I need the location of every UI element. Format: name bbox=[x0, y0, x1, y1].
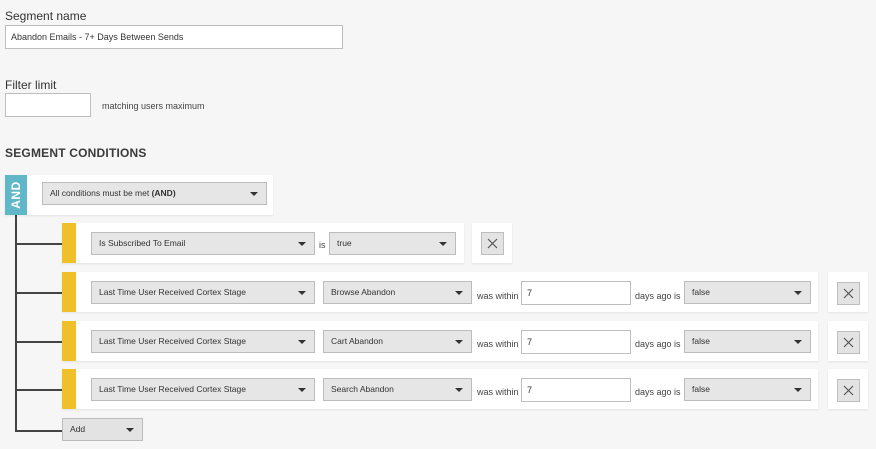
was-within-label: was within bbox=[477, 291, 519, 301]
and-badge: AND bbox=[5, 175, 27, 215]
days-ago-label: days ago bbox=[635, 387, 672, 397]
condition-field-select[interactable]: Last Time User Received Cortex Stage bbox=[91, 281, 315, 304]
condition-value-select[interactable]: false bbox=[684, 281, 811, 304]
chevron-down-icon bbox=[455, 291, 463, 295]
segment-name-label: Segment name bbox=[5, 9, 87, 23]
condition-marker bbox=[62, 369, 76, 409]
days-input[interactable] bbox=[521, 330, 631, 354]
chevron-down-icon bbox=[794, 291, 802, 295]
days-input[interactable] bbox=[521, 378, 631, 402]
chevron-down-icon bbox=[455, 340, 463, 344]
condition-value-select[interactable]: true bbox=[329, 232, 456, 255]
condition-field-select[interactable]: Is Subscribed To Email bbox=[91, 232, 315, 255]
condition-marker bbox=[62, 272, 76, 312]
tree-branch-connector bbox=[15, 341, 62, 343]
days-ago-label: days ago bbox=[635, 339, 672, 349]
is-label: is bbox=[319, 240, 326, 250]
chevron-down-icon bbox=[126, 428, 134, 432]
segment-conditions-heading: SEGMENT CONDITIONS bbox=[5, 146, 147, 160]
tree-branch-connector bbox=[15, 243, 62, 245]
operator-select[interactable]: All conditions must be met (AND) bbox=[42, 182, 267, 205]
was-within-label: was within bbox=[477, 339, 519, 349]
is-label: is bbox=[674, 387, 681, 397]
remove-condition-button[interactable] bbox=[837, 331, 860, 354]
chevron-down-icon bbox=[298, 388, 306, 392]
chevron-down-icon bbox=[794, 340, 802, 344]
chevron-down-icon bbox=[439, 242, 447, 246]
tree-branch-connector bbox=[15, 430, 62, 432]
condition-marker bbox=[62, 223, 76, 263]
remove-condition-button[interactable] bbox=[481, 232, 504, 255]
close-icon bbox=[843, 288, 854, 299]
segment-name-input[interactable] bbox=[5, 25, 343, 49]
close-icon bbox=[843, 385, 854, 396]
chevron-down-icon bbox=[298, 291, 306, 295]
chevron-down-icon bbox=[794, 388, 802, 392]
condition-value-select[interactable]: false bbox=[684, 378, 811, 401]
filter-limit-input[interactable] bbox=[5, 93, 91, 117]
filter-limit-label: Filter limit bbox=[5, 78, 57, 92]
remove-condition-button[interactable] bbox=[837, 379, 860, 402]
condition-value-select[interactable]: false bbox=[684, 330, 811, 353]
cortex-stage-select[interactable]: Cart Abandon bbox=[323, 330, 472, 353]
condition-marker bbox=[62, 321, 76, 361]
condition-field-select[interactable]: Last Time User Received Cortex Stage bbox=[91, 378, 315, 401]
tree-branch-connector bbox=[15, 389, 62, 391]
close-icon bbox=[487, 238, 498, 249]
is-label: is bbox=[674, 339, 681, 349]
chevron-down-icon bbox=[298, 242, 306, 246]
cortex-stage-select[interactable]: Search Abandon bbox=[323, 378, 472, 401]
close-icon bbox=[843, 337, 854, 348]
condition-field-select[interactable]: Last Time User Received Cortex Stage bbox=[91, 330, 315, 353]
chevron-down-icon bbox=[298, 340, 306, 344]
chevron-down-icon bbox=[250, 192, 258, 196]
was-within-label: was within bbox=[477, 387, 519, 397]
tree-branch-connector bbox=[15, 292, 62, 294]
remove-condition-button[interactable] bbox=[837, 282, 860, 305]
chevron-down-icon bbox=[455, 388, 463, 392]
add-condition-select[interactable]: Add bbox=[62, 418, 143, 441]
is-label: is bbox=[674, 291, 681, 301]
days-ago-label: days ago bbox=[635, 291, 672, 301]
tree-vertical-connector bbox=[15, 214, 17, 432]
filter-limit-suffix: matching users maximum bbox=[102, 101, 205, 111]
cortex-stage-select[interactable]: Browse Abandon bbox=[323, 281, 472, 304]
days-input[interactable] bbox=[521, 281, 631, 305]
